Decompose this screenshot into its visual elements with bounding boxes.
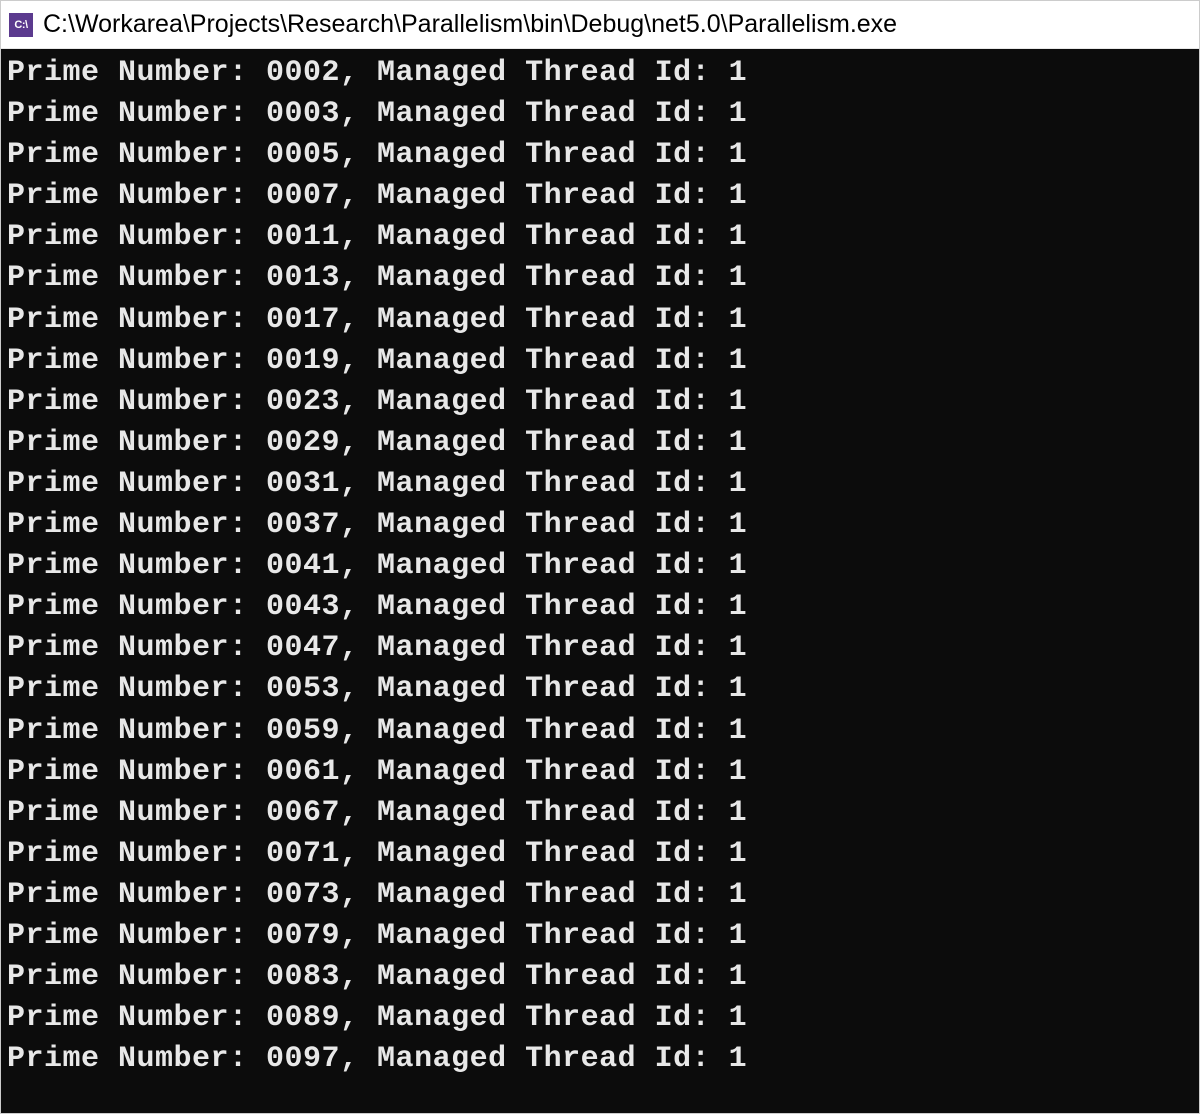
console-line: Prime Number: 0003, Managed Thread Id: 1	[7, 94, 1193, 135]
console-line: Prime Number: 0071, Managed Thread Id: 1	[7, 834, 1193, 875]
console-line: Prime Number: 0097, Managed Thread Id: 1	[7, 1039, 1193, 1080]
console-icon: C:\	[9, 13, 33, 37]
console-line: Prime Number: 0067, Managed Thread Id: 1	[7, 793, 1193, 834]
console-line: Prime Number: 0041, Managed Thread Id: 1	[7, 546, 1193, 587]
window-title: C:\Workarea\Projects\Research\Parallelis…	[43, 10, 897, 39]
console-line: Prime Number: 0073, Managed Thread Id: 1	[7, 875, 1193, 916]
console-line: Prime Number: 0089, Managed Thread Id: 1	[7, 998, 1193, 1039]
console-line: Prime Number: 0007, Managed Thread Id: 1	[7, 176, 1193, 217]
console-line: Prime Number: 0079, Managed Thread Id: 1	[7, 916, 1193, 957]
console-line: Prime Number: 0011, Managed Thread Id: 1	[7, 217, 1193, 258]
console-line: Prime Number: 0017, Managed Thread Id: 1	[7, 300, 1193, 341]
console-window: C:\ C:\Workarea\Projects\Research\Parall…	[0, 0, 1200, 1114]
console-line: Prime Number: 0019, Managed Thread Id: 1	[7, 341, 1193, 382]
console-line: Prime Number: 0061, Managed Thread Id: 1	[7, 752, 1193, 793]
title-bar[interactable]: C:\ C:\Workarea\Projects\Research\Parall…	[1, 1, 1199, 49]
console-line: Prime Number: 0043, Managed Thread Id: 1	[7, 587, 1193, 628]
console-line: Prime Number: 0059, Managed Thread Id: 1	[7, 711, 1193, 752]
console-line: Prime Number: 0005, Managed Thread Id: 1	[7, 135, 1193, 176]
console-line: Prime Number: 0031, Managed Thread Id: 1	[7, 464, 1193, 505]
console-line: Prime Number: 0083, Managed Thread Id: 1	[7, 957, 1193, 998]
console-line: Prime Number: 0013, Managed Thread Id: 1	[7, 258, 1193, 299]
console-line: Prime Number: 0047, Managed Thread Id: 1	[7, 628, 1193, 669]
console-line: Prime Number: 0037, Managed Thread Id: 1	[7, 505, 1193, 546]
console-line: Prime Number: 0023, Managed Thread Id: 1	[7, 382, 1193, 423]
console-line: Prime Number: 0029, Managed Thread Id: 1	[7, 423, 1193, 464]
console-output[interactable]: Prime Number: 0002, Managed Thread Id: 1…	[1, 49, 1199, 1113]
console-line: Prime Number: 0053, Managed Thread Id: 1	[7, 669, 1193, 710]
console-line: Prime Number: 0002, Managed Thread Id: 1	[7, 53, 1193, 94]
